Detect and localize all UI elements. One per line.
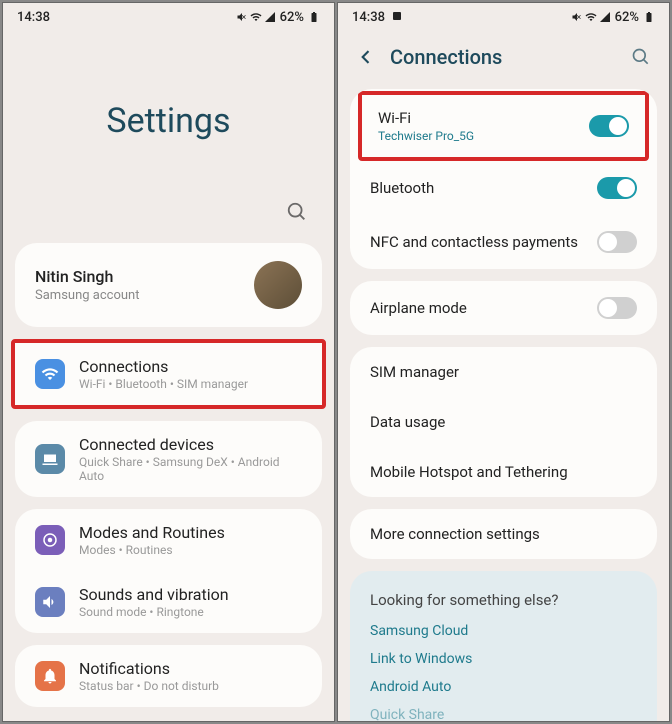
suggest-link-link-to-windows[interactable]: Link to Windows [370, 651, 637, 667]
status-icons [236, 11, 276, 23]
hotspot-label: Mobile Hotspot and Tethering [370, 463, 568, 481]
connections-item[interactable]: Connections Wi-Fi • Bluetooth • SIM mana… [15, 343, 322, 405]
battery-icon [643, 11, 655, 23]
page-title: Settings [3, 31, 334, 201]
signal-icon [599, 11, 611, 23]
suggest-link-quick-share[interactable]: Quick Share [370, 707, 637, 721]
suggestions-card: Looking for something else? Samsung Clou… [350, 571, 657, 721]
connections-sub: Wi-Fi • Bluetooth • SIM manager [79, 377, 248, 391]
notif-sub: Status bar • Do not disturb [79, 679, 219, 693]
wifi-label: Wi-Fi [378, 109, 474, 127]
suggest-link-samsung-cloud[interactable]: Samsung Cloud [370, 623, 637, 639]
wifi-network: Techwiser Pro_5G [378, 129, 474, 143]
search-icon[interactable] [286, 201, 308, 223]
wifi-icon [585, 11, 597, 23]
modes-item[interactable]: Modes and Routines Modes • Routines [15, 509, 322, 571]
bluetooth-label: Bluetooth [370, 179, 434, 197]
wifi-toggle[interactable] [589, 115, 629, 137]
devices-title: Connected devices [79, 435, 302, 454]
devices-icon [35, 444, 65, 474]
battery-percent: 62% [615, 10, 639, 25]
status-bar: 14:38 62% [3, 3, 334, 31]
wifi-item[interactable]: Wi-Fi Techwiser Pro_5G [362, 95, 645, 157]
sounds-sub: Sound mode • Ringtone [79, 605, 229, 619]
status-time: 14:38 [352, 10, 403, 25]
sounds-icon [35, 587, 65, 617]
notif-title: Notifications [79, 659, 219, 678]
settings-screen: 14:38 62% Settings Nitin Singh Samsung a… [2, 2, 335, 722]
notifications-icon [35, 661, 65, 691]
nfc-item[interactable]: NFC and contactless payments [350, 215, 657, 269]
connections-highlight: Connections Wi-Fi • Bluetooth • SIM mana… [11, 339, 326, 409]
suggest-title: Looking for something else? [370, 591, 637, 609]
more-settings-item[interactable]: More connection settings [350, 509, 657, 559]
account-name: Nitin Singh [35, 267, 139, 286]
modes-title: Modes and Routines [79, 523, 225, 542]
sounds-title: Sounds and vibration [79, 585, 229, 604]
status-right: 62% [236, 10, 320, 25]
connections-title: Connections [79, 357, 248, 376]
modes-icon [35, 525, 65, 555]
airplane-item[interactable]: Airplane mode [350, 281, 657, 335]
bluetooth-item[interactable]: Bluetooth [350, 161, 657, 215]
mute-icon [571, 11, 583, 23]
status-right: 62% [571, 10, 655, 25]
wifi-icon [250, 11, 262, 23]
sim-label: SIM manager [370, 363, 459, 381]
status-time: 14:38 [17, 10, 50, 25]
nfc-label: NFC and contactless payments [370, 233, 578, 251]
devices-sub: Quick Share • Samsung DeX • Android Auto [79, 455, 302, 483]
notifications-item[interactable]: Notifications Status bar • Do not distur… [15, 645, 322, 707]
data-usage-label: Data usage [370, 413, 445, 431]
suggest-link-android-auto[interactable]: Android Auto [370, 679, 637, 695]
wifi-highlight: Wi-Fi Techwiser Pro_5G [358, 91, 649, 161]
modes-sub: Modes • Routines [79, 543, 225, 557]
search-icon[interactable] [631, 47, 651, 67]
account-card[interactable]: Nitin Singh Samsung account [15, 243, 322, 327]
connected-devices-item[interactable]: Connected devices Quick Share • Samsung … [15, 421, 322, 497]
nfc-toggle[interactable] [597, 231, 637, 253]
data-usage-item[interactable]: Data usage [350, 397, 657, 447]
bluetooth-toggle[interactable] [597, 177, 637, 199]
status-bar: 14:38 62% [338, 3, 669, 31]
battery-icon [308, 11, 320, 23]
airplane-toggle[interactable] [597, 297, 637, 319]
avatar[interactable] [254, 261, 302, 309]
battery-percent: 62% [280, 10, 304, 25]
sim-item[interactable]: SIM manager [350, 347, 657, 397]
status-icons [571, 11, 611, 23]
screenshot-icon [391, 10, 403, 22]
more-label: More connection settings [370, 525, 540, 543]
back-icon[interactable] [356, 47, 376, 67]
airplane-label: Airplane mode [370, 299, 467, 317]
connections-title: Connections [390, 45, 502, 69]
connections-header: Connections [338, 31, 669, 89]
account-sub: Samsung account [35, 288, 139, 303]
connections-screen: 14:38 62% Connections W [337, 2, 670, 722]
hotspot-item[interactable]: Mobile Hotspot and Tethering [350, 447, 657, 497]
connections-icon [35, 359, 65, 389]
signal-icon [264, 11, 276, 23]
sounds-item[interactable]: Sounds and vibration Sound mode • Ringto… [15, 571, 322, 633]
mute-icon [236, 11, 248, 23]
